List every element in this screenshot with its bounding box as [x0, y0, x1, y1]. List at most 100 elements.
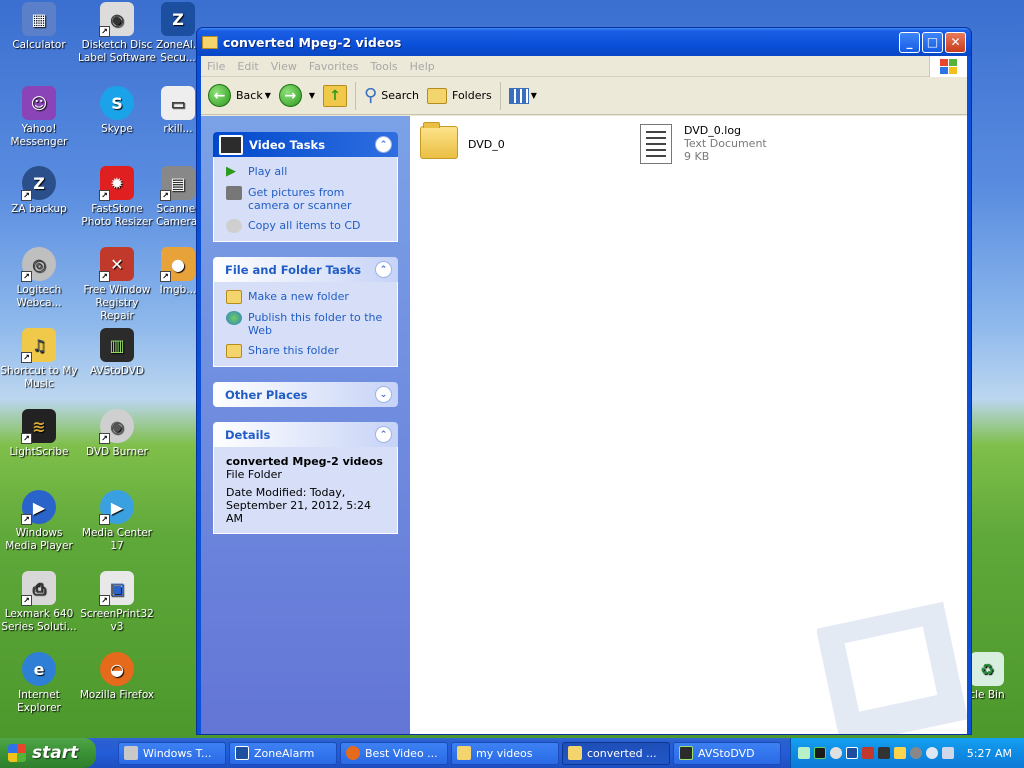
- details-type: File Folder: [226, 468, 282, 481]
- taskbar-item-best-video[interactable]: Best Video ...: [340, 741, 448, 765]
- other-places-header[interactable]: Other Places ⌄: [213, 382, 398, 407]
- menu-view[interactable]: View: [265, 60, 303, 73]
- ie-icon: e: [22, 652, 56, 686]
- up-folder-button[interactable]: ↑: [319, 81, 351, 111]
- yahoo-messenger-icon: ☺: [22, 86, 56, 120]
- desktop-icon-logitech[interactable]: ◎ ↗ Logitech Webca...: [0, 247, 78, 310]
- menu-favorites[interactable]: Favorites: [303, 60, 365, 73]
- windows-logo-icon: [929, 56, 967, 77]
- text-document-icon: [640, 124, 672, 164]
- tray-zonealarm-icon[interactable]: [846, 747, 858, 759]
- taskbar-item-converted[interactable]: converted ...: [562, 741, 670, 765]
- taskbar-item-zonealarm[interactable]: ZoneAlarm: [229, 741, 337, 765]
- imgburn-icon: ● ↗: [160, 247, 195, 282]
- collapse-chevron-icon[interactable]: ⌃: [375, 136, 392, 153]
- desktop-icon-avstodvd[interactable]: ▥ AVStoDVD: [78, 328, 156, 378]
- media-player-icon: ▶ ↗: [21, 490, 56, 525]
- maximize-button[interactable]: □: [922, 31, 943, 53]
- tray-volume-icon[interactable]: [942, 747, 954, 759]
- task-share-folder[interactable]: Share this folder: [226, 344, 387, 358]
- tray-battery-icon[interactable]: [814, 747, 826, 759]
- details-panel: Details ⌃ converted Mpeg-2 videos File F…: [213, 422, 398, 534]
- tray-security-icon[interactable]: [862, 747, 874, 759]
- clock[interactable]: 5:27 AM: [967, 747, 1012, 760]
- menu-tools[interactable]: Tools: [365, 60, 404, 73]
- views-button[interactable]: ▼: [505, 81, 541, 111]
- taskbar-item-my-videos[interactable]: my videos: [451, 741, 559, 765]
- webcam-icon: ◎ ↗: [21, 247, 56, 282]
- desktop-icon-registry[interactable]: ✕ ↗ Free Window Registry Repair: [78, 247, 156, 323]
- dvd-burner-icon: ◉ ↗: [99, 409, 134, 444]
- task-publish-web[interactable]: Publish this folder to the Web: [226, 311, 387, 337]
- title-bar[interactable]: converted Mpeg-2 videos _ □ ✕: [197, 28, 971, 56]
- collapse-chevron-icon[interactable]: ⌃: [375, 261, 392, 278]
- desktop-icon-ie[interactable]: e Internet Explorer: [0, 652, 78, 715]
- task-new-folder[interactable]: Make a new folder: [226, 290, 387, 304]
- search-button[interactable]: ⚲ Search: [360, 81, 423, 111]
- desktop-icon-scanner[interactable]: ▤↗Scanner Camera...: [156, 166, 200, 229]
- desktop-icon-lightscribe[interactable]: ≋ ↗ LightScribe: [0, 409, 78, 459]
- camera-icon: [226, 186, 242, 200]
- desktop-icon-yahoo[interactable]: ☺ Yahoo! Messenger: [0, 86, 78, 149]
- share-folder-icon: [226, 344, 242, 358]
- forward-button[interactable]: → ▼: [275, 81, 319, 111]
- desktop-icon-zonealarm[interactable]: Z ZoneAl... Secu...: [156, 2, 200, 65]
- desktop-icon-rkill[interactable]: ▭ rkill...: [156, 86, 200, 136]
- close-button[interactable]: ✕: [945, 31, 966, 53]
- window-title: converted Mpeg-2 videos: [223, 34, 402, 50]
- task-play-all[interactable]: ▶ Play all: [226, 165, 387, 179]
- desktop-icon-faststone[interactable]: ✹ ↗ FastStone Photo Resizer: [78, 166, 156, 229]
- tray-status-icon[interactable]: [830, 747, 842, 759]
- za-backup-icon: Z ↗: [21, 166, 56, 201]
- video-tasks-header[interactable]: Video Tasks ⌃: [213, 132, 398, 157]
- folder-icon: [202, 35, 218, 49]
- chevron-down-icon[interactable]: ▼: [309, 91, 315, 100]
- desktop-icon-my-music[interactable]: ♫ ↗ Shortcut to My Music: [0, 328, 78, 391]
- menu-file[interactable]: File: [201, 60, 231, 73]
- collapse-chevron-icon[interactable]: ⌃: [375, 426, 392, 443]
- file-item-log[interactable]: DVD_0.log Text Document 9 KB: [640, 124, 767, 164]
- tray-disc-icon[interactable]: [910, 747, 922, 759]
- tray-app-icon[interactable]: [798, 747, 810, 759]
- desktop-icon-za-backup[interactable]: Z ↗ ZA backup: [0, 166, 78, 216]
- chevron-down-icon[interactable]: ▼: [265, 91, 271, 100]
- desktop-icon-imgburn[interactable]: ● ↗ Imgb...: [156, 247, 200, 297]
- tray-user-icon[interactable]: [894, 747, 906, 759]
- expand-chevron-icon[interactable]: ⌄: [375, 386, 392, 403]
- desktop-icon-screenprint[interactable]: ▣ ↗ ScreenPrint32 v3: [78, 571, 156, 634]
- tray-network-icon[interactable]: [878, 747, 890, 759]
- desktop-icon-calculator[interactable]: ▦ Calculator: [0, 2, 78, 52]
- video-tasks-panel: Video Tasks ⌃ ▶ Play all Get pictures fro…: [213, 132, 398, 242]
- content-area: Video Tasks ⌃ ▶ Play all Get pictures fro…: [201, 116, 967, 734]
- window-body: File Edit View Favorites Tools Help ← Ba…: [201, 56, 967, 734]
- desktop-icon-dvd-burner[interactable]: ◉ ↗ DVD Burner: [78, 409, 156, 459]
- start-button[interactable]: start: [0, 738, 96, 768]
- firefox-icon: ◒: [100, 652, 134, 686]
- desktop-icon-disketch[interactable]: ◉ ↗ Disketch Disc Label Software: [78, 2, 156, 65]
- taskbar-item-windows-task[interactable]: Windows T...: [118, 741, 226, 765]
- file-item-folder[interactable]: DVD_0: [420, 122, 505, 159]
- desktop-icon-lexmark[interactable]: ⎙ ↗ Lexmark 640 Series Soluti...: [0, 571, 78, 634]
- task-copy-to-cd[interactable]: Copy all items to CD: [226, 219, 387, 233]
- firefox-icon: [346, 746, 360, 760]
- desktop-icon-media-center[interactable]: ▶ ↗ Media Center 17: [78, 490, 156, 553]
- desktop-icon-media-player[interactable]: ▶ ↗ Windows Media Player: [0, 490, 78, 553]
- faststone-icon: ✹ ↗: [99, 166, 134, 201]
- chevron-down-icon[interactable]: ▼: [531, 91, 537, 100]
- rkill-icon: ▭: [161, 86, 195, 120]
- media-center-icon: ▶ ↗: [99, 490, 134, 525]
- toolbar-separator: [499, 81, 501, 110]
- menu-edit[interactable]: Edit: [231, 60, 264, 73]
- task-get-pictures[interactable]: Get pictures from camera or scanner: [226, 186, 387, 212]
- details-modified: Date Modified: Today, September 21, 2012…: [226, 486, 371, 525]
- desktop-icon-firefox[interactable]: ◒ Mozilla Firefox: [78, 652, 156, 702]
- tray-settings-icon[interactable]: [926, 747, 938, 759]
- menu-help[interactable]: Help: [404, 60, 441, 73]
- details-header[interactable]: Details ⌃: [213, 422, 398, 447]
- folders-button[interactable]: Folders: [423, 81, 496, 111]
- file-folder-tasks-header[interactable]: File and Folder Tasks ⌃: [213, 257, 398, 282]
- taskbar-item-avstodvd[interactable]: AVStoDVD: [673, 741, 781, 765]
- back-button[interactable]: ← Back ▼: [204, 81, 275, 111]
- minimize-button[interactable]: _: [899, 31, 920, 53]
- desktop-icon-skype[interactable]: S Skype: [78, 86, 156, 136]
